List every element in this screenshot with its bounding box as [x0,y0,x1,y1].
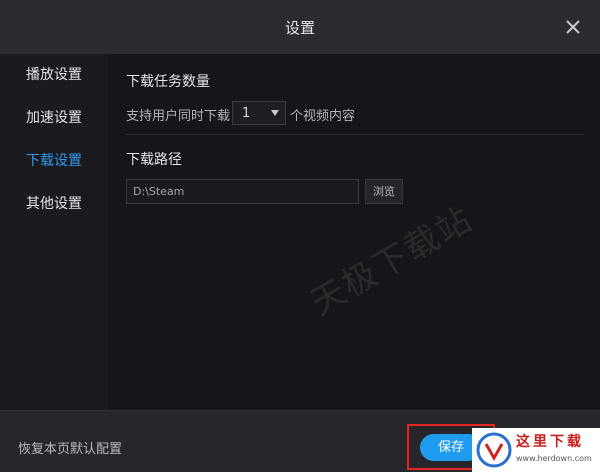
logo-title: 这里下载 [516,434,584,450]
chevron-down-icon [271,110,279,116]
browse-button[interactable]: 浏览 [365,179,403,204]
site-logo: 这里下载 www.herdown.com [472,428,600,472]
logo-mark-icon [476,432,512,468]
window-title: 设置 [284,19,315,37]
sidebar-item-download[interactable]: 下载设置 [26,150,82,170]
settings-sidebar: 播放设置 加速设置 下载设置 其他设置 [0,54,108,410]
restore-defaults-button[interactable]: 恢复本页默认配置 [18,438,122,457]
section-divider [126,134,584,135]
task-count-title: 下载任务数量 [126,74,210,90]
sidebar-item-playback[interactable]: 播放设置 [26,64,82,84]
download-path-title: 下载路径 [126,152,182,168]
logo-url: www.herdown.com [516,454,592,463]
concurrent-download-select[interactable]: 1 [232,101,286,125]
concurrent-download-suffix: 个视频内容 [290,109,356,124]
sidebar-item-other[interactable]: 其他设置 [26,193,82,213]
sidebar-item-acceleration[interactable]: 加速设置 [26,107,82,127]
download-path-input[interactable] [126,179,359,204]
concurrent-download-label: 支持用户同时下载 [126,109,231,124]
close-icon[interactable] [562,16,584,38]
title-bar: 设置 [0,0,600,54]
concurrent-download-value: 1 [242,106,251,121]
